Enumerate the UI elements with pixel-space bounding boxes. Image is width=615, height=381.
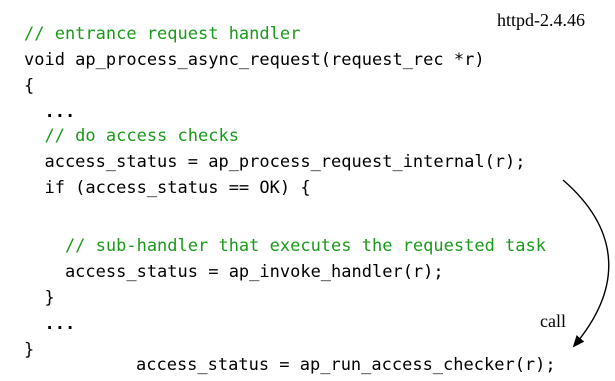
code-figure: httpd-2.4.46 // entrance request handler… bbox=[0, 0, 615, 381]
call-arrow bbox=[562, 179, 610, 348]
